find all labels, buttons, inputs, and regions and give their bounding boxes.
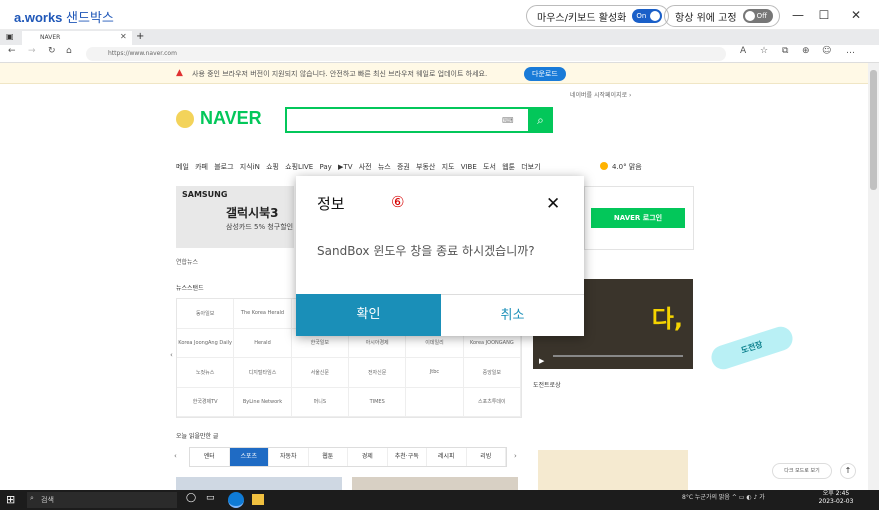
mouse-toggle-label: 마우스/키보드 활성화 — [537, 12, 627, 24]
dialog-step-number: ⑥ — [391, 193, 405, 211]
mouse-toggle-switch[interactable]: On — [632, 9, 663, 23]
clock-date: 2023-02-03 — [818, 498, 854, 505]
close-window-icon[interactable]: ✕ — [845, 6, 867, 24]
back-icon[interactable]: ← — [8, 46, 16, 56]
app-title: a.works 샌드박스 — [14, 10, 114, 25]
file-explorer-icon[interactable] — [252, 494, 264, 505]
confirm-button[interactable]: 확인 — [296, 294, 441, 336]
update-notice-bar: ▲ 사용 중인 브라우저 버전이 지원되지 않습니다. 안전하고 빠른 최신 브… — [0, 63, 868, 84]
minimize-icon[interactable]: — — [787, 6, 809, 24]
dialog-title: 정보 — [317, 195, 345, 213]
clock-time: 오후 2:45 — [822, 490, 850, 497]
edge-icon[interactable] — [228, 492, 244, 508]
collections-icon[interactable]: ⊕ — [802, 46, 810, 56]
profile-icon[interactable]: ☺ — [822, 46, 831, 56]
task-view-icon[interactable]: ◯ — [186, 493, 196, 503]
ontop-toggle-label: 항상 위에 고정 — [675, 12, 737, 24]
ontop-toggle-switch[interactable]: Off — [742, 9, 773, 23]
mouse-keyboard-toggle[interactable]: 마우스/키보드 활성화 On — [526, 5, 670, 27]
dialog-message: SandBox 윈도우 창을 종료 하시겠습니까? — [317, 244, 535, 258]
read-aloud-icon[interactable]: A — [740, 46, 746, 56]
home-icon[interactable]: ⌂ — [66, 46, 72, 56]
forward-icon[interactable]: → — [28, 46, 36, 56]
notice-text: 사용 중인 브라우저 버전이 지원되지 않습니다. 안전하고 빠른 최신 브라우… — [192, 70, 488, 78]
download-button[interactable]: 다운로드 — [524, 67, 566, 81]
cancel-button[interactable]: 취소 — [441, 294, 584, 336]
close-icon[interactable]: ✕ — [546, 194, 560, 214]
address-bar[interactable]: https://www.naver.com — [86, 47, 726, 61]
windows-start-icon[interactable]: ⊞ — [6, 493, 20, 507]
taskbar-search[interactable]: 검색 — [27, 492, 177, 508]
scrollbar-thumb[interactable] — [870, 70, 877, 190]
new-tab-icon[interactable]: + — [136, 31, 144, 42]
extensions-icon[interactable]: ⧉ — [782, 46, 788, 56]
system-tray[interactable]: 8°C 누군가의 맑음 ^ ▭ ◐ ♪ 가 — [682, 492, 802, 508]
warning-icon: ▲ — [176, 68, 183, 78]
taskbar-clock[interactable]: 오후 2:45 2023-02-03 — [816, 490, 856, 506]
widgets-icon[interactable]: ▭ — [206, 493, 215, 503]
maximize-icon[interactable]: ☐ — [813, 6, 835, 24]
browser-tab[interactable]: NAVER — [22, 31, 132, 45]
always-on-top-toggle[interactable]: 항상 위에 고정 Off — [664, 5, 780, 27]
search-icon: ⌕ — [30, 494, 34, 502]
confirm-dialog: 정보 ⑥ ✕ SandBox 윈도우 창을 종료 하시겠습니까? 확인 취소 — [296, 176, 584, 336]
settings-more-icon[interactable]: … — [846, 46, 855, 56]
tab-actions-icon[interactable]: ▣ — [6, 32, 14, 41]
reload-icon[interactable]: ↻ — [48, 46, 56, 56]
favorite-icon[interactable]: ☆ — [760, 46, 768, 56]
tab-close-icon[interactable]: ✕ — [120, 32, 127, 41]
